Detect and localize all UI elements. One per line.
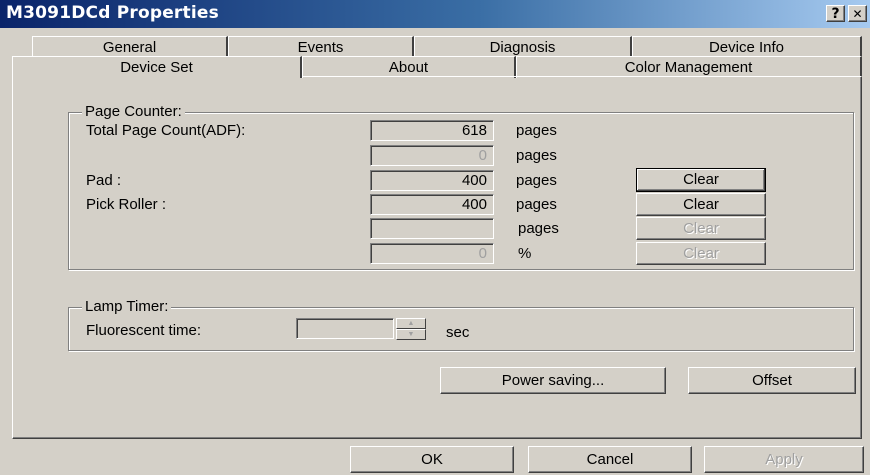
unit-label: pages [516, 147, 557, 164]
counter-field-disabled: 0 [370, 145, 494, 166]
spin-down-icon[interactable]: ▼ [396, 329, 426, 340]
page-counter-legend: Page Counter: [82, 104, 185, 120]
fluorescent-time-label: Fluorescent time: [86, 322, 202, 339]
offset-button[interactable]: Offset [688, 367, 856, 394]
counter-field-disabled [370, 218, 494, 239]
close-button[interactable]: ✕ [848, 5, 867, 22]
pick-roller-label: Pick Roller : [86, 196, 167, 213]
pad-clear-button[interactable]: Clear [636, 168, 766, 192]
total-page-count-field: 618 [370, 120, 494, 141]
clear-button-disabled[interactable]: Clear [636, 242, 766, 265]
total-page-count-label: Total Page Count(ADF): [86, 122, 246, 139]
apply-button[interactable]: Apply [704, 446, 864, 473]
lamp-timer-legend: Lamp Timer: [82, 299, 172, 315]
pick-roller-count-field: 400 [370, 194, 494, 215]
tab-diagnosis[interactable]: Diagnosis [414, 36, 632, 58]
unit-label: pages [516, 196, 557, 213]
clear-button-disabled[interactable]: Clear [636, 217, 766, 240]
power-saving-button[interactable]: Power saving... [440, 367, 666, 394]
cancel-button[interactable]: Cancel [528, 446, 692, 473]
percent-label: % [518, 245, 532, 262]
unit-label: pages [516, 172, 557, 189]
tab-events[interactable]: Events [228, 36, 414, 58]
help-button[interactable]: ? [826, 5, 845, 22]
pick-roller-clear-button[interactable]: Clear [636, 193, 766, 216]
pad-label: Pad : [86, 172, 122, 189]
tab-about[interactable]: About [302, 56, 516, 78]
tab-color-management[interactable]: Color Management [516, 56, 862, 78]
tab-general[interactable]: General [32, 36, 228, 58]
fluorescent-time-field[interactable] [296, 318, 394, 339]
unit-label: pages [518, 220, 559, 237]
ok-button[interactable]: OK [350, 446, 514, 473]
window-title: M3091DCd Properties [6, 3, 219, 23]
pad-count-field: 400 [370, 170, 494, 191]
percent-field-disabled: 0 [370, 243, 494, 264]
sec-unit-label: sec [446, 324, 470, 341]
unit-label: pages [516, 122, 557, 139]
spin-up-icon[interactable]: ▲ [396, 318, 426, 329]
tab-device-set[interactable]: Device Set [12, 56, 302, 78]
tab-device-info[interactable]: Device Info [632, 36, 862, 58]
